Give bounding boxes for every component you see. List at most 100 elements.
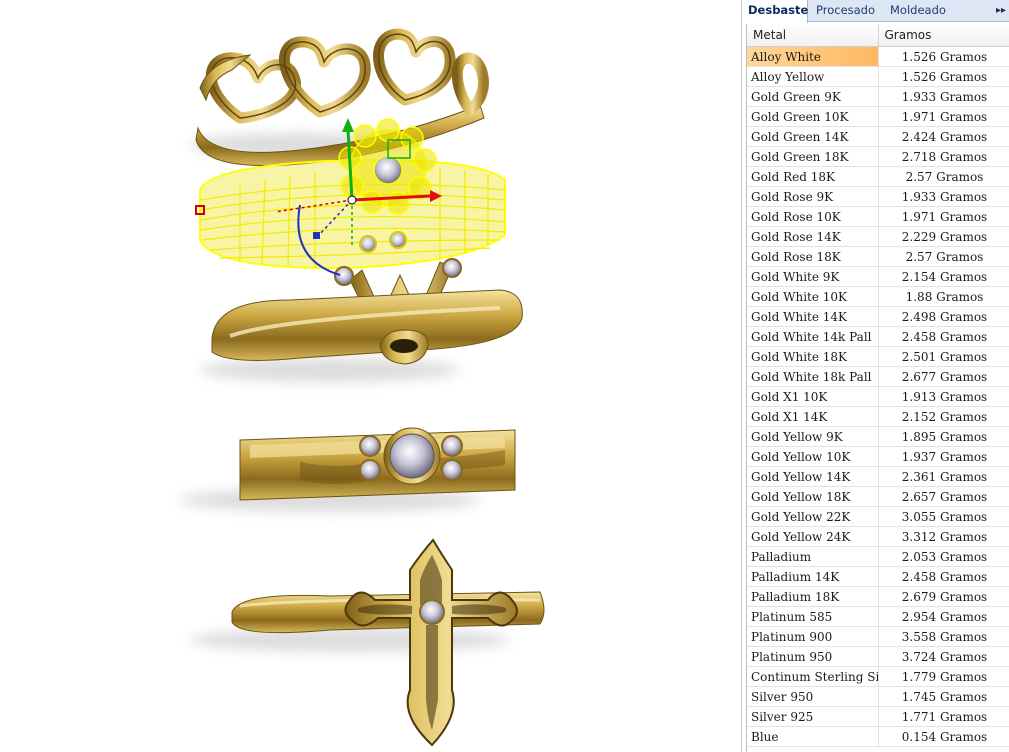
grams-cell: 2.57 Gramos: [878, 166, 1009, 187]
metal-name-cell: Gold White 18K: [747, 346, 879, 367]
table-row[interactable]: Gold Rose 14K 2.229 Gramos: [747, 226, 1009, 247]
table-row[interactable]: Continum Sterling Silver1.779 Gramos: [747, 666, 1009, 687]
table-row[interactable]: Gold White 18K 2.501 Gramos: [747, 346, 1009, 367]
table-row[interactable]: Gold White 18k Pall 2.677 Gramos: [747, 366, 1009, 387]
table-row[interactable]: Gold Yellow 22K 3.055 Gramos: [747, 506, 1009, 527]
metal-name-cell: Platinum 950: [747, 646, 879, 667]
table-row[interactable]: Alloy Yellow 1.526 Gramos: [747, 66, 1009, 87]
metal-name-cell: Gold Yellow 14K: [747, 466, 879, 487]
table-row[interactable]: Gold Yellow 9K 1.895 Gramos: [747, 426, 1009, 447]
metal-name-cell: Gold Yellow 24K: [747, 526, 879, 547]
metal-name-cell: Gold Yellow 9K: [747, 426, 879, 447]
grams-cell: 1.971 Gramos: [878, 206, 1009, 227]
tab-overflow-icon[interactable]: ▸▸: [996, 0, 1006, 22]
metal-name-cell: Palladium 18K: [747, 586, 879, 607]
metal-weights-panel: Desbaste Procesado Moldeado ▸▸ Metal Gra…: [741, 0, 1009, 752]
metal-name-cell: Gold X1 10K: [747, 386, 879, 407]
tab-moldeado[interactable]: Moldeado: [884, 0, 958, 22]
table-row[interactable]: Gold Yellow 18K 2.657 Gramos: [747, 486, 1009, 507]
column-header-metal[interactable]: Metal: [747, 24, 879, 47]
metal-name-cell: Alloy White: [747, 46, 879, 67]
table-row[interactable]: Gold Green 10K 1.971 Gramos: [747, 106, 1009, 127]
metal-name-cell: Blue: [747, 726, 879, 747]
tab-procesado[interactable]: Procesado: [810, 0, 884, 22]
table-row[interactable]: Gold Yellow 14K 2.361 Gramos: [747, 466, 1009, 487]
grams-cell: 2.154 Gramos: [878, 266, 1009, 287]
grams-cell: 2.152 Gramos: [878, 406, 1009, 427]
tab-desbaste[interactable]: Desbaste: [742, 0, 808, 23]
metal-name-cell: Platinum 900: [747, 626, 879, 647]
grams-cell: 2.677 Gramos: [878, 366, 1009, 387]
metal-name-cell: Gold Yellow 10K: [747, 446, 879, 467]
table-row[interactable]: Gold White 14k Pall 2.458 Gramos: [747, 326, 1009, 347]
metal-name-cell: Gold Rose 10K: [747, 206, 879, 227]
grams-cell: 2.424 Gramos: [878, 126, 1009, 147]
table-row[interactable]: Gold X1 10K 1.913 Gramos: [747, 386, 1009, 407]
table-row[interactable]: Palladium 2.053 Gramos: [747, 546, 1009, 567]
table-row[interactable]: Gold White 10K 1.88 Gramos: [747, 286, 1009, 307]
table-row[interactable]: Blue 0.154 Gramos: [747, 726, 1009, 747]
3d-viewport[interactable]: [0, 0, 741, 752]
metal-name-cell: Silver 950: [747, 686, 879, 707]
viewport-render: [180, 28, 545, 747]
grams-cell: 1.771 Gramos: [878, 706, 1009, 727]
table-row[interactable]: Silver 925 1.771 Gramos: [747, 706, 1009, 727]
grams-cell: 1.937 Gramos: [878, 446, 1009, 467]
grams-cell: 2.679 Gramos: [878, 586, 1009, 607]
metal-name-cell: Palladium 14K: [747, 566, 879, 587]
table-row[interactable]: Gold Green 9K 1.933 Gramos: [747, 86, 1009, 107]
table-row[interactable]: Gold Green 18K 2.718 Gramos: [747, 146, 1009, 167]
metal-name-cell: Gold Green 9K: [747, 86, 879, 107]
metal-name-cell: Palladium: [747, 546, 879, 567]
grams-cell: 2.361 Gramos: [878, 466, 1009, 487]
metal-name-cell: Gold Green 18K: [747, 146, 879, 167]
table-row[interactable]: Gold White 9K 2.154 Gramos: [747, 266, 1009, 287]
metal-name-cell: Gold Red 18K: [747, 166, 879, 187]
grams-cell: 1.745 Gramos: [878, 686, 1009, 707]
table-row[interactable]: Silver 950 1.745 Gramos: [747, 686, 1009, 707]
grams-cell: 1.971 Gramos: [878, 106, 1009, 127]
grams-cell: 2.229 Gramos: [878, 226, 1009, 247]
table-row[interactable]: Gold Rose 18K 2.57 Gramos: [747, 246, 1009, 267]
table-row[interactable]: Palladium 14K 2.458 Gramos: [747, 566, 1009, 587]
grams-cell: 1.913 Gramos: [878, 386, 1009, 407]
table-row[interactable]: Alloy White 1.526 Gramos: [747, 46, 1009, 67]
grams-cell: 3.312 Gramos: [878, 526, 1009, 547]
grams-cell: 2.718 Gramos: [878, 146, 1009, 167]
table-row[interactable]: Gold Green 14K 2.424 Gramos: [747, 126, 1009, 147]
grams-cell: 1.526 Gramos: [878, 46, 1009, 67]
metal-name-cell: Alloy Yellow: [747, 66, 879, 87]
metal-name-cell: Gold Green 14K: [747, 126, 879, 147]
grams-cell: 1.526 Gramos: [878, 66, 1009, 87]
table-row[interactable]: Gold Yellow 10K 1.937 Gramos: [747, 446, 1009, 467]
grams-cell: 2.053 Gramos: [878, 546, 1009, 567]
metal-table-body: Alloy White 1.526 Gramos Alloy Yellow 1.526…: [747, 46, 1009, 747]
metal-name-cell: Gold Rose 18K: [747, 246, 879, 267]
grams-cell: 1.933 Gramos: [878, 86, 1009, 107]
table-row[interactable]: Platinum 900 3.558 Gramos: [747, 626, 1009, 647]
grams-cell: 3.724 Gramos: [878, 646, 1009, 667]
crown-ring[interactable]: [211, 289, 523, 365]
grams-cell: 2.498 Gramos: [878, 306, 1009, 327]
column-header-gramos[interactable]: Gramos: [878, 24, 1009, 47]
metal-name-cell: Gold Green 10K: [747, 106, 879, 127]
table-row[interactable]: Gold Red 18K 2.57 Gramos: [747, 166, 1009, 187]
table-row[interactable]: Gold Rose 10K 1.971 Gramos: [747, 206, 1009, 227]
table-row[interactable]: Platinum 950 3.724 Gramos: [747, 646, 1009, 667]
grams-cell: 1.933 Gramos: [878, 186, 1009, 207]
table-row[interactable]: Gold Rose 9K 1.933 Gramos: [747, 186, 1009, 207]
table-row[interactable]: Palladium 18K 2.679 Gramos: [747, 586, 1009, 607]
table-row[interactable]: Gold White 14K 2.498 Gramos: [747, 306, 1009, 327]
grams-cell: 2.657 Gramos: [878, 486, 1009, 507]
table-row[interactable]: Platinum 585 2.954 Gramos: [747, 606, 1009, 627]
table-row[interactable]: Gold Yellow 24K 3.312 Gramos: [747, 526, 1009, 547]
gem-band-ring[interactable]: [239, 427, 516, 501]
grams-cell: 2.458 Gramos: [878, 566, 1009, 587]
grams-cell: 1.88 Gramos: [878, 286, 1009, 307]
metal-name-cell: Gold Yellow 18K: [747, 486, 879, 507]
table-header-row: Metal Gramos: [747, 24, 1009, 47]
table-row[interactable]: Gold X1 14K 2.152 Gramos: [747, 406, 1009, 427]
metal-name-cell: Silver 925: [747, 706, 879, 727]
metal-name-cell: Continum Sterling Silver: [747, 666, 879, 687]
metal-name-cell: Gold White 14k Pall: [747, 326, 879, 347]
